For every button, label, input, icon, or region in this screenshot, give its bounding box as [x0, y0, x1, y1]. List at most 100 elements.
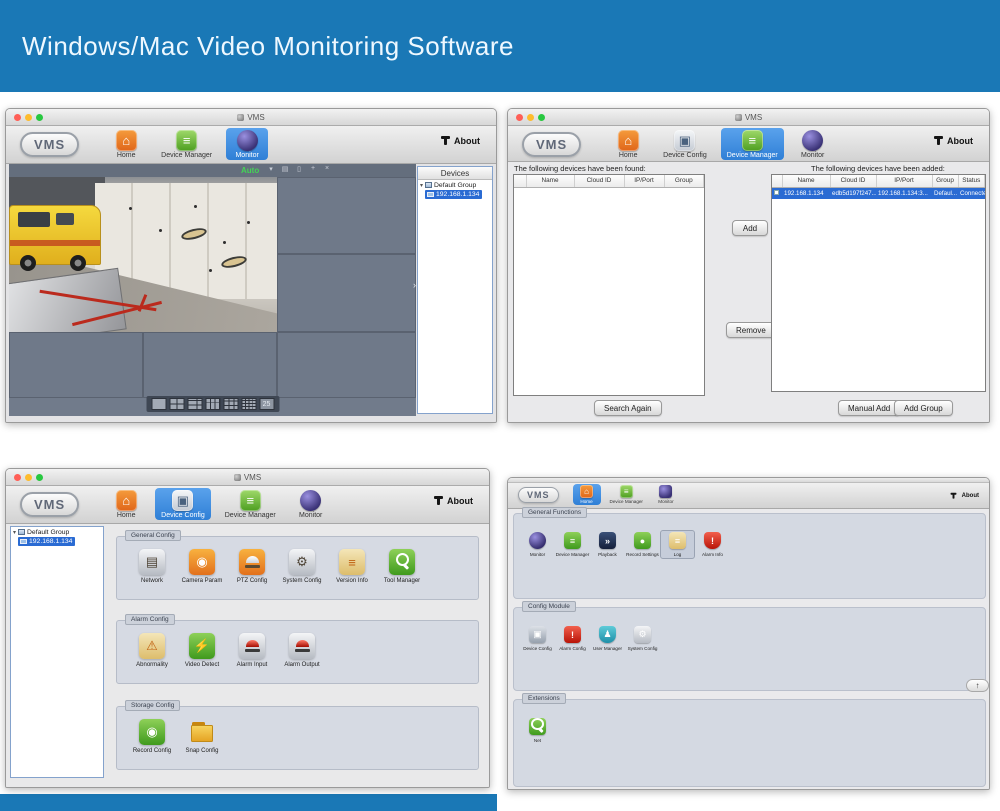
video-cell[interactable] — [277, 177, 416, 254]
remove-button[interactable]: Remove — [726, 322, 776, 338]
video-cell[interactable] — [143, 332, 277, 398]
zoom-window-button[interactable] — [538, 113, 545, 121]
layout-9-icon[interactable] — [223, 398, 238, 410]
column-header[interactable]: Status — [958, 175, 985, 188]
traffic-lights[interactable] — [516, 113, 545, 121]
column-header[interactable]: Name — [782, 175, 831, 188]
home-item-playback[interactable]: Playback — [590, 530, 625, 559]
column-header[interactable]: Cloud ID — [830, 175, 877, 188]
added-devices-table[interactable]: Name Cloud ID IP/Port Group Status 192.1… — [771, 174, 986, 392]
column-header[interactable]: Name — [526, 175, 575, 188]
video-cell[interactable] — [9, 332, 143, 398]
search-again-button[interactable]: Search Again — [594, 400, 662, 416]
minimize-window-button[interactable] — [25, 113, 32, 121]
chevron-right-icon[interactable] — [413, 280, 416, 290]
tab-monitor[interactable]: Monitor — [290, 488, 332, 520]
zoom-window-button[interactable] — [36, 473, 43, 481]
tree-device-row[interactable]: 192.168.1.134 — [18, 537, 76, 546]
snapshot-icon[interactable] — [281, 165, 289, 173]
found-devices-table[interactable]: Name Cloud ID IP/Port Group — [513, 174, 705, 396]
about-button[interactable]: About — [441, 136, 480, 146]
column-header[interactable]: Group — [932, 175, 959, 188]
add-icon[interactable] — [309, 165, 317, 173]
tree-group-row[interactable]: Default Group — [11, 527, 103, 537]
layout-6-icon[interactable] — [187, 398, 202, 410]
record-icon[interactable] — [295, 165, 303, 173]
tab-home[interactable]: Home — [607, 128, 649, 160]
video-cell[interactable] — [277, 332, 416, 398]
zoom-window-button[interactable] — [36, 113, 43, 121]
tab-monitor[interactable]: Monitor — [792, 128, 834, 160]
monitor-titlebar[interactable]: VMS — [6, 109, 496, 126]
config-item-network[interactable]: Network — [127, 549, 177, 584]
tree-expand-icon[interactable] — [13, 529, 16, 536]
layout-4-icon[interactable] — [169, 398, 184, 410]
home-item-record-settings[interactable]: Record Settings — [625, 530, 660, 559]
add-group-button[interactable]: Add Group — [894, 400, 953, 416]
layout-16-icon[interactable] — [241, 398, 256, 410]
tree-expand-icon[interactable] — [420, 182, 423, 189]
tab-device-config[interactable]: Device Config — [657, 128, 713, 160]
config-item-version-info[interactable]: Version Info — [327, 549, 377, 584]
config-item-alarm-input[interactable]: Alarm Input — [227, 633, 277, 668]
config-item-video-detect[interactable]: Video Detect — [177, 633, 227, 668]
config-item-alarm-output[interactable]: Alarm Output — [277, 633, 327, 668]
home-item-system-config[interactable]: System Config — [625, 624, 660, 653]
device-config-titlebar[interactable]: VMS — [6, 469, 489, 486]
tab-device-manager[interactable]: Device Manager — [155, 128, 218, 160]
column-header[interactable]: Cloud ID — [574, 175, 625, 188]
column-header[interactable]: IP/Port — [624, 175, 665, 188]
about-button[interactable]: About — [949, 491, 979, 501]
close-window-button[interactable] — [14, 113, 21, 121]
config-item-tool-manager[interactable]: Tool Manager — [377, 549, 427, 584]
home-item-net[interactable]: Net — [520, 716, 555, 745]
config-item-record-config[interactable]: Record Config — [127, 719, 177, 754]
tree-device-row[interactable]: 192.168.1.134 — [425, 190, 483, 199]
layout-25-button[interactable]: 25 — [259, 398, 274, 410]
traffic-lights[interactable] — [14, 473, 43, 481]
layout-1-icon[interactable] — [151, 398, 166, 410]
column-header[interactable]: IP/Port — [876, 175, 933, 188]
about-button[interactable]: About — [434, 496, 473, 506]
up-arrow-icon[interactable] — [966, 679, 989, 692]
column-header[interactable]: Group — [664, 175, 704, 188]
device-table-row[interactable]: 192.168.1.134 edb5d197f247... 192.168.1.… — [772, 187, 985, 199]
device-manager-titlebar[interactable]: VMS — [508, 109, 989, 126]
tab-device-manager[interactable]: Device Manager — [720, 128, 784, 160]
minimize-window-button[interactable] — [527, 113, 534, 121]
minimize-window-button[interactable] — [25, 473, 32, 481]
tab-device-config[interactable]: Device Config — [155, 488, 211, 520]
home-item-log[interactable]: Log — [660, 530, 695, 559]
tab-monitor[interactable]: Monitor — [226, 128, 269, 160]
tab-home[interactable]: Home — [105, 488, 147, 520]
config-item-snap-config[interactable]: Snap Config — [177, 719, 227, 754]
video-cell[interactable] — [277, 254, 416, 332]
tab-home[interactable]: Home — [105, 128, 147, 160]
config-item-camera-param[interactable]: Camera Param — [177, 549, 227, 584]
close-icon[interactable] — [323, 165, 331, 173]
config-item-abnormality[interactable]: Abnormality — [127, 633, 177, 668]
tab-monitor[interactable]: Monitor — [652, 484, 680, 505]
checkbox[interactable] — [774, 189, 779, 195]
home-item-device-manager[interactable]: Device Manager — [555, 530, 590, 559]
add-button[interactable]: Add — [732, 220, 768, 236]
tab-device-manager[interactable]: Device Manager — [219, 488, 282, 520]
about-button[interactable]: About — [934, 136, 973, 146]
home-item-device-config[interactable]: Device Config — [520, 624, 555, 653]
dropdown-caret-icon[interactable] — [267, 165, 275, 173]
home-item-monitor[interactable]: Monitor — [520, 530, 555, 559]
config-item-ptz-config[interactable]: PTZ Config — [227, 549, 277, 584]
config-item-system-config[interactable]: System Config — [277, 549, 327, 584]
home-item-alarm-config[interactable]: Alarm Config — [555, 624, 590, 653]
camera-feed[interactable] — [9, 177, 277, 332]
traffic-lights[interactable] — [14, 113, 43, 121]
tree-group-row[interactable]: Default Group — [418, 180, 492, 190]
home-item-alarm-info[interactable]: Alarm Info — [695, 530, 730, 559]
row-checkbox-cell[interactable] — [772, 187, 782, 199]
close-window-button[interactable] — [516, 113, 523, 121]
close-window-button[interactable] — [14, 473, 21, 481]
tab-home[interactable]: Home — [572, 484, 601, 505]
tab-device-manager[interactable]: Device Manager — [606, 484, 647, 505]
layout-8-icon[interactable] — [205, 398, 220, 410]
home-item-user-manager[interactable]: User Manager — [590, 624, 625, 653]
